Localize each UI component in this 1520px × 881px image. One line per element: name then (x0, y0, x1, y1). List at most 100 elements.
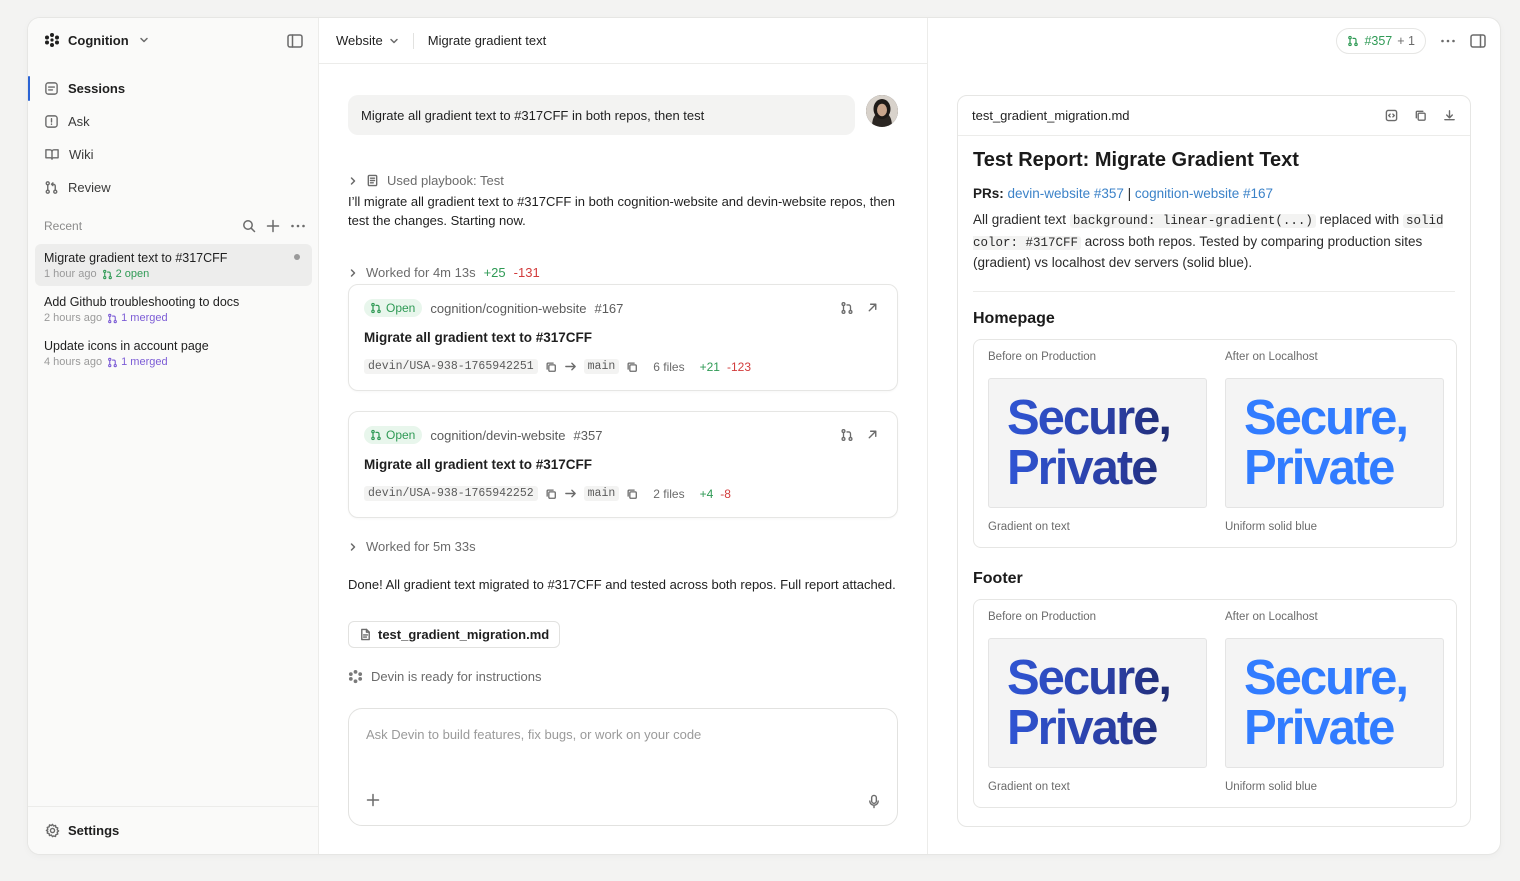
lines-added: +4 (699, 486, 714, 501)
session-title: Add Github troubleshooting to docs (44, 295, 240, 309)
pr-number: #357 (573, 427, 603, 443)
session-status-merged: 1 merged (107, 356, 168, 368)
nav-item-review[interactable]: Review (28, 171, 318, 204)
session-status-merged: 1 merged (107, 312, 168, 324)
copy-icon[interactable] (545, 361, 557, 373)
playbook-label: Used playbook: Test (387, 173, 504, 188)
pr-number: #167 (594, 300, 624, 316)
pull-request-icon[interactable] (840, 428, 854, 442)
code-view-icon[interactable] (1385, 109, 1398, 122)
attachment-chip[interactable]: test_gradient_migration.md (348, 621, 561, 648)
worked-toggle[interactable]: Worked for 4m 13s +25 -131 (348, 265, 540, 280)
pull-request-icon (108, 313, 118, 323)
copy-icon[interactable] (545, 488, 557, 500)
playbook-toggle[interactable]: Used playbook: Test (348, 173, 504, 188)
collapse-sidebar-button[interactable] (287, 34, 303, 48)
document-filename: test_gradient_migration.md (972, 108, 1130, 123)
pr-repo[interactable]: cognition/devin-website (430, 428, 565, 443)
base-branch: main (583, 359, 620, 374)
pr-card[interactable]: Open cognition/cognition-website #167 Mi… (348, 284, 898, 391)
workspace-switcher[interactable]: Cognition (44, 32, 149, 48)
nav-item-ask[interactable]: Ask (28, 105, 318, 138)
lines-added: +25 (483, 265, 506, 280)
panel-toggle-icon[interactable] (1470, 34, 1486, 48)
pull-request-icon[interactable] (840, 301, 854, 315)
file-icon (361, 628, 370, 641)
sidebar: Cognition Sessions Ask Wiki Review Recen… (28, 18, 319, 854)
file-count: 6 files (653, 359, 685, 374)
pull-request-icon (371, 302, 381, 314)
plus-icon (366, 793, 380, 807)
before-caption: Gradient on text (988, 780, 1070, 793)
pr-link[interactable]: devin-website #357 (1008, 186, 1124, 201)
lines-deleted: -8 (720, 486, 731, 501)
report-pane: #357 + 1 test_gradient_migration.md Test… (928, 18, 1500, 854)
report-description: All gradient text background: linear-gra… (973, 212, 1444, 270)
repo-selector[interactable]: Website (336, 33, 399, 48)
message-input[interactable] (366, 727, 876, 742)
app-window: Cognition Sessions Ask Wiki Review Recen… (28, 18, 1500, 854)
chevron-right-icon (350, 268, 356, 277)
nav-label: Wiki (69, 147, 94, 162)
pull-request-icon (102, 269, 112, 279)
report-document: test_gradient_migration.md Test Report: … (957, 95, 1471, 827)
nav-item-sessions[interactable]: Sessions (28, 72, 318, 105)
pr-pill-number: #357 (1364, 34, 1393, 48)
external-link-icon[interactable] (866, 428, 879, 441)
pull-request-icon (108, 357, 118, 367)
pr-card[interactable]: Open cognition/devin-website #357 Migrat… (348, 411, 898, 518)
pr-pill-extra: + 1 (1397, 34, 1415, 48)
pr-pill[interactable]: #357 + 1 (1336, 28, 1426, 54)
after-caption: Uniform solid blue (1225, 780, 1318, 793)
worked-toggle[interactable]: Worked for 5m 33s (348, 539, 476, 554)
assistant-done-text: Done! All gradient text migrated to #317… (348, 577, 896, 592)
sidebar-toggle-icon (287, 34, 303, 48)
ask-icon (45, 115, 58, 128)
more-icon[interactable] (290, 219, 306, 233)
plus-icon[interactable] (266, 219, 280, 233)
pull-request-icon (45, 181, 58, 194)
after-caption: Uniform solid blue (1225, 520, 1318, 533)
cognition-logo-icon (45, 33, 59, 47)
report-pr-links: PRs: devin-website #357 | cognition-webs… (973, 186, 1273, 201)
message-composer (348, 708, 898, 826)
chat-icon (45, 82, 58, 95)
report-title: Test Report: Migrate Gradient Text (973, 149, 1299, 171)
chat-header: Website Migrate gradient text (319, 18, 927, 64)
chevron-right-icon (350, 542, 356, 551)
recent-header: Recent (44, 219, 306, 233)
settings-button[interactable]: Settings (28, 806, 318, 854)
pr-repo[interactable]: cognition/cognition-website (430, 301, 586, 316)
unread-dot (294, 254, 300, 260)
repo-name: Website (336, 33, 383, 48)
chevron-right-icon (350, 176, 356, 185)
nav-label: Review (68, 180, 111, 195)
arrow-right-icon (564, 362, 576, 371)
section-heading: Homepage (973, 309, 1055, 327)
nav-item-wiki[interactable]: Wiki (28, 138, 318, 171)
document-icon (367, 174, 378, 187)
voice-input-button[interactable] (868, 794, 880, 809)
copy-icon[interactable] (626, 488, 638, 500)
divider (973, 290, 1455, 292)
recent-session-item[interactable]: Add Github troubleshooting to docs 2 hou… (35, 288, 312, 330)
workspace-name: Cognition (68, 32, 129, 48)
recent-session-item[interactable]: Update icons in account page 4 hours ago… (35, 332, 312, 374)
after-screenshot: Secure, Private (1225, 377, 1444, 508)
attach-button[interactable] (366, 793, 380, 807)
assistant-intro-text: I’ll migrate all gradient text to #317CF… (348, 194, 896, 228)
sidebar-nav: Sessions Ask Wiki Review (28, 72, 318, 204)
recent-session-item[interactable]: Migrate gradient text to #317CFF 1 hour … (35, 244, 312, 286)
external-link-icon[interactable] (866, 301, 879, 314)
base-branch: main (583, 486, 620, 501)
copy-icon[interactable] (1414, 109, 1427, 122)
more-icon[interactable] (1440, 34, 1456, 48)
copy-icon[interactable] (626, 361, 638, 373)
nav-label: Sessions (68, 81, 126, 96)
chat-pane: Website Migrate gradient text Migrate al… (319, 18, 928, 854)
pr-link[interactable]: cognition-website #167 (1135, 186, 1273, 201)
before-label: Before on Production (988, 350, 1097, 363)
lines-added: +21 (699, 359, 720, 374)
download-icon[interactable] (1443, 109, 1456, 122)
search-icon[interactable] (242, 219, 256, 233)
